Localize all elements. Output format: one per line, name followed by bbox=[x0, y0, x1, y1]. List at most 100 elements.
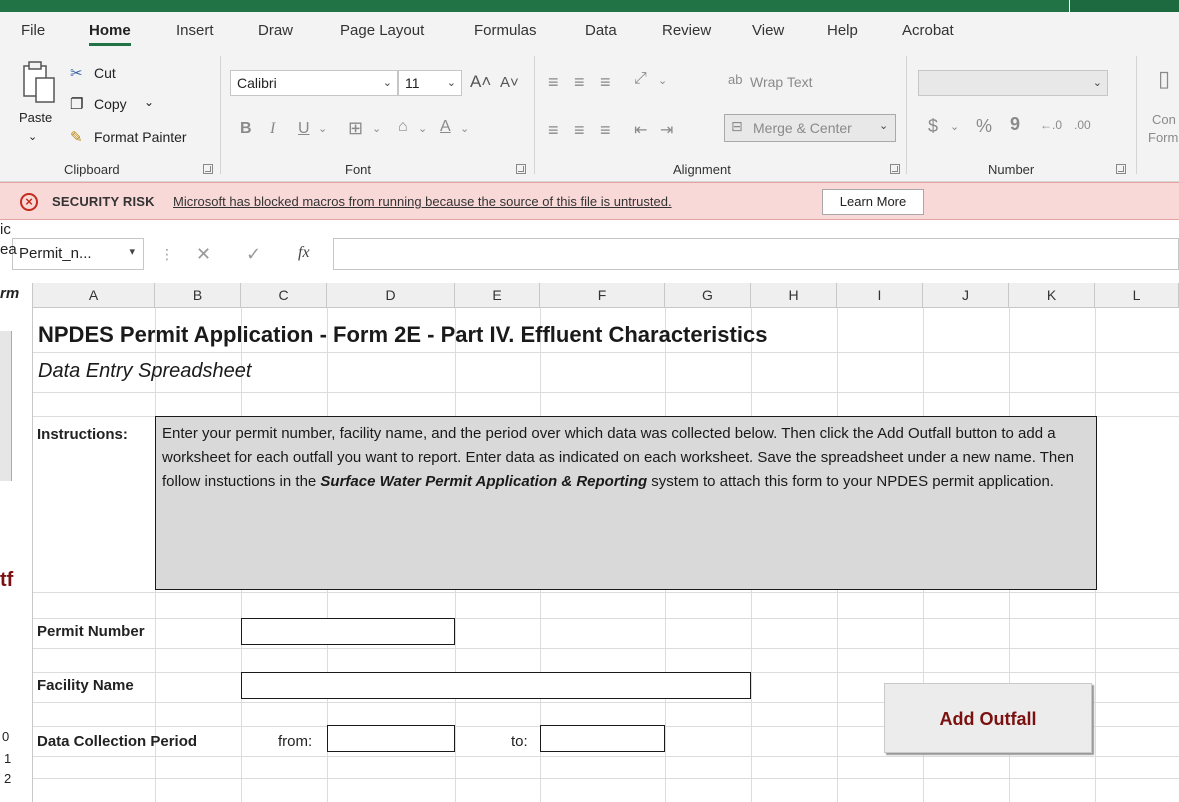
chevron-down-icon[interactable]: ⌄ bbox=[658, 74, 667, 87]
column-header[interactable]: A bbox=[33, 283, 155, 308]
fill-color-icon[interactable]: ⌂ bbox=[398, 118, 408, 136]
dialog-launcher-icon[interactable] bbox=[1116, 164, 1126, 174]
cancel-icon[interactable]: ✕ bbox=[196, 244, 211, 265]
tab-review[interactable]: Review bbox=[662, 22, 711, 39]
sliver-text: rm bbox=[0, 285, 20, 302]
align-center-icon[interactable]: ≡ bbox=[574, 120, 585, 141]
ribbon: Paste ⌄ ✂ Cut ❐ Copy ⌄ ✎ Format Painter … bbox=[0, 48, 1179, 182]
instructions-text-2: system to attach this form to your NPDES… bbox=[647, 473, 1054, 490]
page-subtitle: Data Entry Spreadsheet bbox=[38, 360, 252, 382]
permit-number-field[interactable] bbox=[241, 618, 455, 645]
title-bar-strip bbox=[0, 0, 1179, 12]
comma-style-icon[interactable]: 9 bbox=[1010, 114, 1020, 135]
dialog-launcher-icon[interactable] bbox=[203, 164, 213, 174]
wrap-text-button[interactable]: ab Wrap Text bbox=[728, 72, 838, 94]
to-label: to: bbox=[511, 733, 528, 750]
merge-center-label: Merge & Center bbox=[753, 120, 852, 136]
conditional-formatting-button[interactable]: ▯ Con Form bbox=[1148, 66, 1179, 146]
font-size-select[interactable]: 11 ⌄ bbox=[398, 70, 462, 96]
merge-center-button[interactable]: ⊟ Merge & Center ⌄ bbox=[724, 114, 896, 142]
sliver-text: ic bbox=[0, 221, 11, 238]
format-painter-button[interactable]: ✎ Format Painter bbox=[70, 128, 210, 150]
chevron-down-icon[interactable]: ⌄ bbox=[372, 122, 381, 135]
paintbrush-icon: ✎ bbox=[70, 129, 83, 146]
tab-help[interactable]: Help bbox=[827, 22, 858, 39]
column-header[interactable]: B bbox=[155, 283, 241, 308]
copy-button[interactable]: ❐ Copy ⌄ bbox=[70, 95, 160, 117]
tab-home[interactable]: Home bbox=[89, 22, 131, 46]
column-header[interactable]: G bbox=[665, 283, 751, 308]
decrease-decimal-icon[interactable]: .00 bbox=[1074, 118, 1091, 132]
increase-decimal-icon[interactable]: ←.0 bbox=[1040, 118, 1062, 132]
align-bottom-icon[interactable]: ≡ bbox=[600, 72, 611, 93]
align-right-icon[interactable]: ≡ bbox=[600, 120, 611, 141]
column-header[interactable]: H bbox=[751, 283, 837, 308]
add-outfall-button[interactable]: Add Outfall bbox=[884, 683, 1092, 753]
italic-icon[interactable]: I bbox=[270, 120, 275, 138]
align-left-icon[interactable]: ≡ bbox=[548, 120, 559, 141]
conditional-formatting-label-1: Con bbox=[1152, 112, 1176, 127]
security-risk-message[interactable]: Microsoft has blocked macros from runnin… bbox=[173, 194, 672, 209]
tab-insert[interactable]: Insert bbox=[176, 22, 214, 39]
borders-icon[interactable]: ⊞ bbox=[348, 118, 363, 139]
conditional-formatting-label-2: Form bbox=[1148, 130, 1179, 145]
column-header[interactable]: J bbox=[923, 283, 1009, 308]
wrap-text-label: Wrap Text bbox=[750, 74, 813, 90]
column-header[interactable]: E bbox=[455, 283, 540, 308]
learn-more-button[interactable]: Learn More bbox=[822, 189, 924, 215]
from-label: from: bbox=[278, 733, 313, 750]
name-box[interactable]: Permit_n... ▾ bbox=[12, 238, 144, 270]
tab-formulas[interactable]: Formulas bbox=[474, 22, 537, 39]
tab-acrobat[interactable]: Acrobat bbox=[902, 22, 954, 39]
tab-data[interactable]: Data bbox=[585, 22, 617, 39]
row-number: 0 bbox=[2, 729, 10, 744]
data-collection-period-label: Data Collection Period bbox=[37, 733, 198, 750]
column-header[interactable]: L bbox=[1095, 283, 1179, 308]
tab-file[interactable]: File bbox=[21, 22, 45, 39]
increase-indent-icon[interactable]: ⇥ bbox=[660, 120, 673, 140]
paste-button[interactable]: Paste ⌄ bbox=[16, 54, 58, 150]
cut-button[interactable]: ✂ Cut bbox=[70, 64, 130, 86]
formula-input[interactable] bbox=[333, 238, 1179, 270]
number-format-select[interactable]: ⌄ bbox=[918, 70, 1108, 96]
bold-icon[interactable]: B bbox=[240, 120, 252, 138]
enter-check-icon[interactable]: ✓ bbox=[246, 244, 261, 265]
align-top-icon[interactable]: ≡ bbox=[548, 72, 559, 93]
font-color-icon[interactable]: A bbox=[440, 118, 451, 136]
tab-view[interactable]: View bbox=[752, 22, 784, 39]
insert-function-icon[interactable]: fx bbox=[298, 244, 310, 262]
currency-icon[interactable]: $ bbox=[928, 116, 938, 137]
chevron-down-icon[interactable]: ⌄ bbox=[460, 122, 469, 135]
percent-icon[interactable]: % bbox=[976, 116, 992, 137]
align-middle-icon[interactable]: ≡ bbox=[574, 72, 585, 93]
dialog-launcher-icon[interactable] bbox=[890, 164, 900, 174]
merge-icon: ⊟ bbox=[731, 118, 743, 134]
cut-label: Cut bbox=[94, 65, 116, 81]
group-divider bbox=[220, 56, 221, 174]
chevron-down-icon[interactable]: ⌄ bbox=[950, 120, 959, 133]
period-from-field[interactable] bbox=[327, 725, 455, 752]
column-header[interactable]: I bbox=[837, 283, 923, 308]
chevron-down-icon[interactable]: ⌄ bbox=[418, 122, 427, 135]
group-divider bbox=[534, 56, 535, 174]
column-header[interactable]: D bbox=[327, 283, 455, 308]
tab-page-layout[interactable]: Page Layout bbox=[340, 22, 424, 39]
facility-name-field[interactable] bbox=[241, 672, 751, 699]
column-header[interactable]: C bbox=[241, 283, 327, 308]
period-to-field[interactable] bbox=[540, 725, 665, 752]
column-header[interactable]: K bbox=[1009, 283, 1095, 308]
column-header[interactable]: F bbox=[540, 283, 665, 308]
chevron-down-icon[interactable]: ⌄ bbox=[318, 122, 327, 135]
underline-icon[interactable]: U bbox=[298, 120, 310, 138]
decrease-indent-icon[interactable]: ⇤ bbox=[634, 120, 647, 140]
copy-label: Copy bbox=[94, 96, 127, 112]
sliver-panel bbox=[0, 331, 12, 481]
dialog-launcher-icon[interactable] bbox=[516, 164, 526, 174]
chevron-down-icon: ▾ bbox=[129, 246, 135, 258]
decrease-font-size-icon[interactable]: A˅ bbox=[500, 74, 519, 91]
increase-font-size-icon[interactable]: A˄ bbox=[470, 72, 491, 92]
orientation-icon[interactable]: ⤢ bbox=[634, 70, 647, 88]
scissors-icon: ✂ bbox=[70, 65, 83, 82]
tab-draw[interactable]: Draw bbox=[258, 22, 293, 39]
font-name-select[interactable]: Calibri ⌄ bbox=[230, 70, 398, 96]
